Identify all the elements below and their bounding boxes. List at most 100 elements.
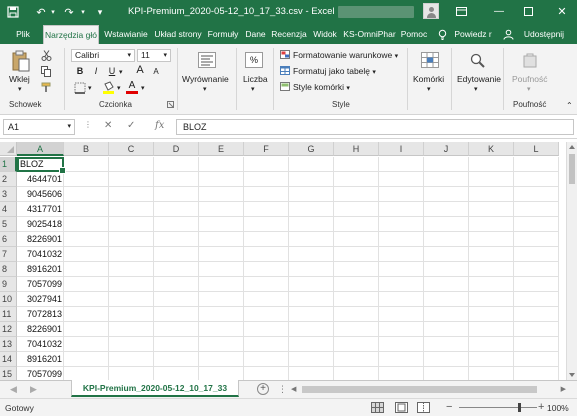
- sensitivity-button[interactable]: Poufność: [512, 74, 547, 84]
- customize-toolbar-icon[interactable]: ▾: [93, 5, 107, 19]
- page-break-view-icon[interactable]: [417, 402, 430, 413]
- bold-button[interactable]: B: [74, 65, 86, 78]
- editing-dropdown-icon[interactable]: ▾: [474, 85, 478, 93]
- column-header-j[interactable]: J: [424, 142, 469, 156]
- tab-review[interactable]: Recenzja: [270, 25, 308, 44]
- cell-styles-button[interactable]: Style komórki ▾: [280, 81, 350, 94]
- tab-ks-omniphar[interactable]: KS-OmniPhar: [342, 25, 397, 44]
- row-header-3[interactable]: 3: [0, 187, 17, 202]
- more-options-icon[interactable]: ⋮: [84, 120, 92, 129]
- column-header-i[interactable]: I: [379, 142, 424, 156]
- tab-data[interactable]: Dane: [243, 25, 268, 44]
- number-dropdown-icon[interactable]: ▾: [251, 85, 255, 93]
- avatar[interactable]: [423, 3, 439, 19]
- tab-split-handle-icon[interactable]: ⋮: [278, 384, 287, 395]
- cells-dropdown-icon[interactable]: ▾: [427, 85, 431, 93]
- table-cell[interactable]: 7057099: [17, 367, 64, 380]
- column-header-l[interactable]: L: [514, 142, 559, 156]
- cells-icon[interactable]: [421, 52, 439, 68]
- save-icon[interactable]: [6, 5, 20, 19]
- redo-dropdown-icon[interactable]: ▾: [76, 5, 90, 19]
- row-header-10[interactable]: 10: [0, 292, 17, 307]
- scroll-right-icon[interactable]: ▶: [561, 385, 566, 393]
- formula-input[interactable]: BLOZ: [176, 119, 574, 135]
- row-header-4[interactable]: 4: [0, 202, 17, 217]
- table-cell[interactable]: 3027941: [17, 292, 64, 307]
- italic-button[interactable]: I: [90, 65, 102, 78]
- zoom-out-icon[interactable]: −: [446, 401, 452, 413]
- font-name-select[interactable]: Calibri ▾: [71, 49, 135, 62]
- table-cell[interactable]: 8226901: [17, 322, 64, 337]
- table-cell[interactable]: 8916201: [17, 352, 64, 367]
- tab-page-layout[interactable]: Układ strony: [152, 25, 204, 44]
- font-size-select[interactable]: 11 ▾: [137, 49, 171, 62]
- spreadsheet-grid[interactable]: A B C D E F G H I J K L 1 BLOZ 2 4644701 3 9045606 4 431770…: [0, 142, 566, 380]
- row-header-9[interactable]: 9: [0, 277, 17, 292]
- editing-icon[interactable]: [469, 52, 487, 68]
- scroll-left-icon[interactable]: ◀: [291, 385, 296, 393]
- row-header-13[interactable]: 13: [0, 337, 17, 352]
- table-cell[interactable]: 7041032: [17, 337, 64, 352]
- paste-dropdown-icon[interactable]: ▾: [18, 85, 22, 93]
- row-header-11[interactable]: 11: [0, 307, 17, 322]
- row-header-14[interactable]: 14: [0, 352, 17, 367]
- paste-label[interactable]: Wklej: [9, 74, 30, 84]
- tab-formulas[interactable]: Formuły: [206, 25, 240, 44]
- font-color-dropdown-icon[interactable]: ▾: [141, 84, 145, 92]
- borders-icon[interactable]: [74, 82, 86, 94]
- page-layout-view-icon[interactable]: [395, 402, 408, 413]
- column-header-d[interactable]: D: [154, 142, 199, 156]
- row-header-12[interactable]: 12: [0, 322, 17, 337]
- vertical-scrollbar[interactable]: [566, 142, 577, 380]
- zoom-slider[interactable]: [459, 407, 537, 408]
- table-cell[interactable]: 9045606: [17, 187, 64, 202]
- normal-view-icon[interactable]: [371, 402, 384, 413]
- font-dialog-launcher-icon[interactable]: [167, 101, 174, 108]
- row-header-6[interactable]: 6: [0, 232, 17, 247]
- tab-home[interactable]: Narzędzia głó: [43, 25, 99, 44]
- alignment-button[interactable]: Wyrównanie: [182, 74, 229, 84]
- column-header-c[interactable]: C: [109, 142, 154, 156]
- add-sheet-button[interactable]: +: [257, 383, 269, 395]
- active-cell-selection[interactable]: [17, 157, 66, 174]
- column-header-g[interactable]: G: [289, 142, 334, 156]
- table-cell[interactable]: 9025418: [17, 217, 64, 232]
- table-cell[interactable]: 7057099: [17, 277, 64, 292]
- paste-icon[interactable]: [11, 50, 31, 72]
- minimize-icon[interactable]: —: [492, 4, 506, 18]
- alignment-icon[interactable]: [198, 52, 216, 68]
- cells-button[interactable]: Komórki: [413, 74, 444, 84]
- ribbon-display-icon[interactable]: [454, 4, 468, 18]
- conditional-formatting-button[interactable]: Formatowanie warunkowe ▾: [280, 49, 398, 62]
- table-cell[interactable]: 7072813: [17, 307, 64, 322]
- alignment-dropdown-icon[interactable]: ▾: [203, 85, 207, 93]
- redo-icon[interactable]: ↷: [62, 5, 76, 19]
- user-name-blurred[interactable]: [338, 6, 414, 18]
- column-header-k[interactable]: K: [469, 142, 514, 156]
- table-cell[interactable]: 4644701: [17, 172, 64, 187]
- scroll-thumb[interactable]: [569, 154, 575, 184]
- share-button[interactable]: Udostępnij: [516, 25, 572, 44]
- zoom-in-icon[interactable]: +: [538, 401, 544, 413]
- row-header-8[interactable]: 8: [0, 262, 17, 277]
- prev-sheet-icon[interactable]: ◀: [10, 384, 17, 395]
- format-as-table-button[interactable]: Formatuj jako tabelę ▾: [280, 65, 376, 78]
- column-header-f[interactable]: F: [244, 142, 289, 156]
- underline-button[interactable]: U: [106, 65, 118, 78]
- maximize-icon[interactable]: [521, 4, 535, 18]
- grow-font-button[interactable]: A: [134, 64, 146, 77]
- tab-help[interactable]: Pomoc: [399, 25, 429, 44]
- borders-dropdown-icon[interactable]: ▾: [88, 84, 92, 92]
- column-header-h[interactable]: H: [334, 142, 379, 156]
- editing-button[interactable]: Edytowanie: [457, 74, 501, 84]
- column-header-e[interactable]: E: [199, 142, 244, 156]
- scroll-thumb[interactable]: [302, 386, 537, 393]
- format-painter-icon[interactable]: [41, 82, 52, 93]
- next-sheet-icon[interactable]: ▶: [30, 384, 37, 395]
- tab-file[interactable]: Plik: [11, 25, 35, 44]
- collapse-ribbon-icon[interactable]: ⌃: [566, 101, 573, 110]
- table-cell[interactable]: 4317701: [17, 202, 64, 217]
- column-header-b[interactable]: B: [64, 142, 109, 156]
- font-color-button[interactable]: A: [126, 80, 138, 94]
- scroll-up-icon[interactable]: [569, 145, 575, 149]
